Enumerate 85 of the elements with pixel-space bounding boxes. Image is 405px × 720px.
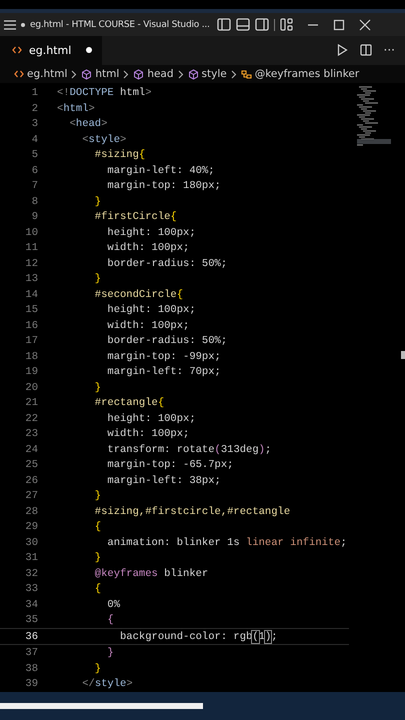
line-number: 6 <box>30 164 39 177</box>
code-line: margin-top: 180px; <box>106 180 221 192</box>
code-line: #secondCircle{ <box>94 288 184 301</box>
breadcrumb-item[interactable]: @keyframes blinker <box>240 68 360 80</box>
code-line: { <box>94 521 102 534</box>
line-number: 18 <box>24 350 39 363</box>
code-line: #rectangle{ <box>94 397 164 410</box>
code-line: border-radius: 50%; <box>106 335 228 348</box>
code-line: } <box>106 647 114 660</box>
line-number: 19 <box>24 366 39 378</box>
line-number: 36 <box>24 630 39 643</box>
line-number: 38 <box>24 662 39 675</box>
line-number: 23 <box>24 428 39 440</box>
code-line: #sizing{ <box>94 149 146 162</box>
code-line: { <box>94 583 102 596</box>
code-line: margin-top: -65.7px; <box>106 459 234 472</box>
line-number: 2 <box>30 102 39 115</box>
line-number: 8 <box>30 196 39 208</box>
code-line: width: 100px; <box>106 242 190 254</box>
line-number: 11 <box>24 242 39 254</box>
line-number: 29 <box>24 521 39 534</box>
more-actions-button[interactable]: ··· <box>384 43 395 58</box>
breadcrumb-item[interactable]: eg.html <box>14 68 68 80</box>
line-number: 22 <box>24 412 39 425</box>
line-number: 9 <box>30 211 39 224</box>
line-number: 15 <box>24 304 39 316</box>
line-number: 27 <box>24 490 39 502</box>
line-number: 31 <box>24 552 39 564</box>
code-line: <head> <box>68 118 108 130</box>
line-number: 34 <box>24 598 39 611</box>
window-title: eg.html - HTML COURSE - Visual Studio ... <box>30 20 210 30</box>
code-line: animation: blinker 1s linear infinite; <box>106 536 347 549</box>
line-number: 5 <box>30 149 39 162</box>
line-number: 21 <box>24 397 39 410</box>
code-line: width: 100px; <box>106 428 190 440</box>
breadcrumb-item[interactable]: html <box>81 68 120 80</box>
code-line: border-radius: 50%; <box>106 258 228 270</box>
code-line: <style> <box>81 134 126 146</box>
code-line: height: 100px; <box>106 412 196 425</box>
code-line: margin-left: 38px; <box>106 474 221 487</box>
code-line: </style> <box>81 678 133 690</box>
code-line: { <box>106 614 114 626</box>
line-number: 20 <box>24 382 39 394</box>
line-number: 12 <box>24 258 39 270</box>
code-line: margin-top: -99px; <box>106 350 221 363</box>
line-number: 25 <box>24 459 39 472</box>
line-number: 16 <box>24 320 39 332</box>
code-line: height: 100px; <box>106 226 196 239</box>
editor-tab[interactable]: eg.html <box>0 36 102 65</box>
code-line: #sizing,#firstcircle,#rectangle <box>94 506 290 518</box>
code-line: <!DOCTYPE html> <box>57 87 152 100</box>
line-number: 26 <box>24 474 39 487</box>
code-line: margin-left: 70px; <box>106 366 221 378</box>
code-line: transform: rotate(313deg); <box>106 444 272 456</box>
line-number: 28 <box>24 506 39 518</box>
line-number: 33 <box>24 583 39 596</box>
line-number: 4 <box>30 134 39 146</box>
code-line: } <box>94 552 102 564</box>
breadcrumb-item[interactable]: style <box>188 68 227 80</box>
code-line: <html> <box>57 102 95 115</box>
line-number: 7 <box>30 180 39 192</box>
line-number: 17 <box>24 335 39 348</box>
code-line: width: 100px; <box>106 320 190 332</box>
line-number: 10 <box>24 226 39 239</box>
line-number: 13 <box>24 273 39 286</box>
line-number: 39 <box>24 678 39 690</box>
line-number: 3 <box>30 118 39 130</box>
code-line: } <box>94 196 102 208</box>
code-line: #firstCircle{ <box>94 211 177 224</box>
code-line: @keyframes blinker <box>94 568 208 580</box>
code-line: } <box>94 662 102 675</box>
line-number: 14 <box>24 288 39 301</box>
line-number: 37 <box>24 647 39 660</box>
line-number: 32 <box>24 568 39 580</box>
breadcrumb-item[interactable]: head <box>133 68 174 80</box>
line-number: 35 <box>24 614 39 626</box>
code-line: } <box>94 490 102 502</box>
code-line: } <box>94 273 102 286</box>
line-number: 24 <box>24 444 39 456</box>
code-line: 0% <box>106 598 120 611</box>
code-line: height: 100px; <box>106 304 196 316</box>
line-number: 1 <box>30 87 39 100</box>
code-line: margin-left: 40%; <box>106 164 215 177</box>
line-number: 30 <box>24 536 39 549</box>
code-line: } <box>94 382 102 394</box>
